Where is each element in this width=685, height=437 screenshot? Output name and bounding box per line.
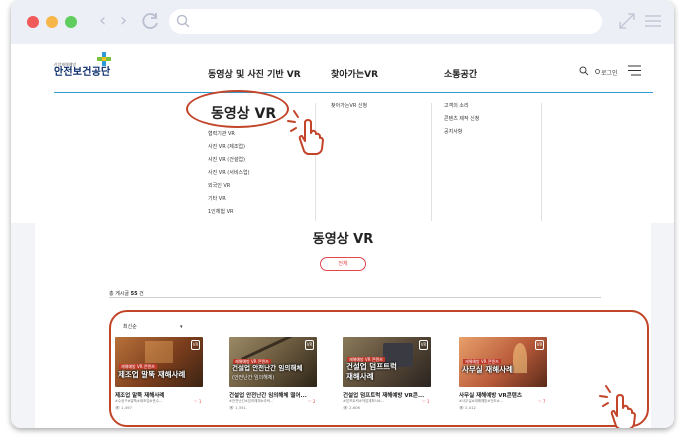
hamburger-menu-icon[interactable] [628,65,641,76]
back-icon[interactable]: ‹ [99,10,106,32]
menu-item-visiting-vr-apply[interactable]: 찾아가는VR 신청 [331,103,367,110]
nav-video-photo-vr[interactable]: 동영상 및 사진 기반 VR [208,67,301,80]
menu-item-other-vr[interactable]: 기타 VR [208,196,226,203]
pointer-hand-icon [599,385,636,428]
address-bar[interactable] [169,9,602,34]
menu-item-photo-vr-service[interactable]: 사진 VR (서비스업) [208,170,250,177]
login-link[interactable]: 로그인 [601,68,618,77]
menu-icon[interactable] [643,11,663,31]
menu-divider [541,103,542,221]
logo-title: 안전보건공단 [54,67,111,78]
search-icon[interactable] [579,66,589,76]
highlight-oval [186,90,289,128]
expand-icon[interactable] [617,11,637,31]
close-window-button[interactable] [27,16,39,28]
nav-visiting-vr[interactable]: 찾아가는VR [331,67,378,80]
forward-icon[interactable]: › [120,10,127,32]
menu-item-content-request[interactable]: 콘텐츠 제작 신청 [444,116,479,123]
menu-item-photo-vr-manufacturing[interactable]: 사진 VR (제조업) [208,144,245,151]
total-divider [109,297,601,298]
maximize-window-button[interactable] [65,16,77,28]
total-count-text: 총 게시글 55 건 [109,290,144,297]
minimize-window-button[interactable] [46,16,58,28]
menu-item-partner-vr[interactable]: 협력기관 VR [208,131,235,138]
menu-item-customer-voice[interactable]: 고객의 소리 [444,103,469,110]
menu-item-photo-vr-construction[interactable]: 사진 VR (건설업) [208,157,245,164]
logo-cross-icon [97,52,111,66]
search-icon [176,14,190,28]
menu-item-solo-vr[interactable]: 1인체험 VR [208,209,233,216]
site-header: 산업재해예방 안전보건공단 동영상 및 사진 기반 VR 찾아가는VR 소통공간… [11,44,674,92]
reload-icon[interactable] [141,11,161,31]
nav-community[interactable]: 소통공간 [444,67,477,80]
menu-item-foreigner-vr[interactable]: 외국인 VR [208,183,230,190]
browser-toolbar: ‹ › [11,0,674,44]
page-title: 동영상 VR [312,232,374,247]
mega-menu: 동영상 VR 협력기관 VR 사진 VR (제조업) 사진 VR (건설업) 사… [11,93,674,223]
highlight-cards-frame [109,310,649,427]
user-icon [595,69,600,74]
browser-window: ‹ › 산업재해예방 안전보건공단 동영상 및 사진 기반 VR 찾아가는VR … [11,0,674,428]
menu-divider [431,103,432,221]
menu-item-notice[interactable]: 공지사항 [444,129,462,136]
filter-all-button[interactable]: 전체 [320,257,366,271]
pointer-hand-icon [287,110,324,155]
